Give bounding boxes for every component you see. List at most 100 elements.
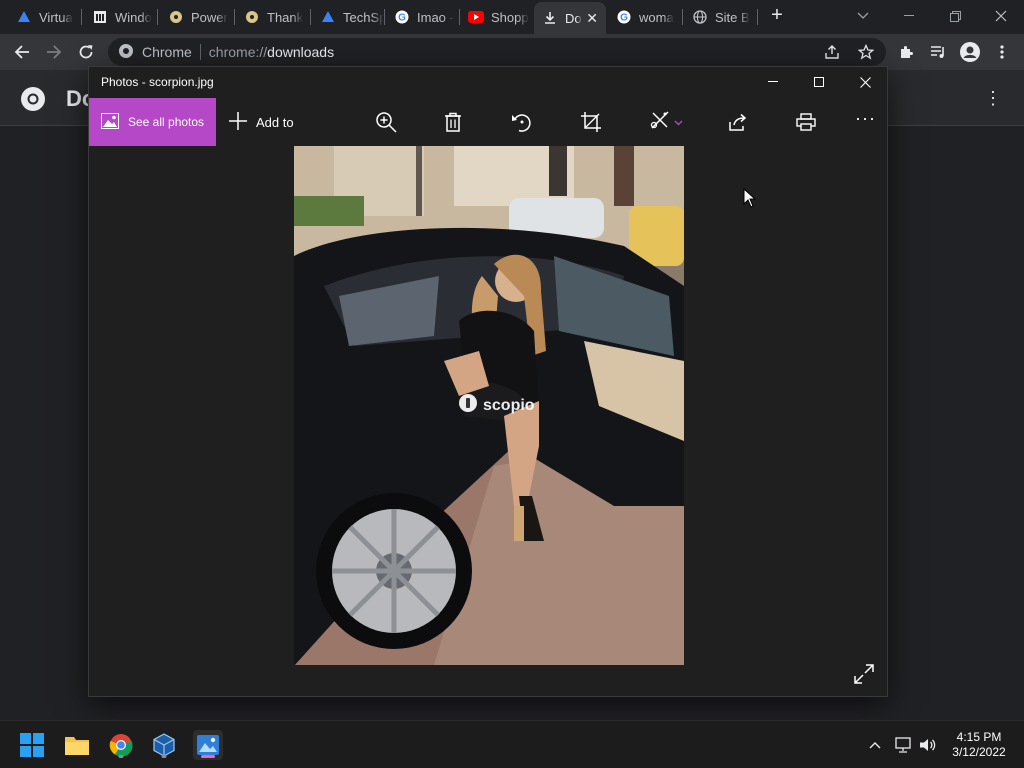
tab-label: TechSp	[343, 9, 384, 25]
share-icon[interactable]	[726, 110, 750, 134]
file-explorer-icon[interactable]	[62, 730, 92, 760]
tab-6[interactable]: G Imao -	[386, 4, 458, 30]
photos-toolbar: See all photos Add to ···	[89, 98, 887, 146]
mouse-cursor-icon	[743, 187, 757, 208]
bookmark-star-icon[interactable]	[857, 43, 875, 63]
crop-icon[interactable]	[579, 110, 603, 134]
restore-icon[interactable]	[932, 4, 978, 28]
tab-downloads-active[interactable]: Do ✕	[534, 2, 606, 34]
new-tab-button[interactable]: +	[766, 5, 788, 27]
tab-separator	[757, 9, 758, 25]
more-options-icon[interactable]: ···	[855, 108, 876, 129]
tab-10[interactable]: Site B	[684, 4, 756, 30]
tab-separator	[310, 9, 311, 25]
clock-time: 4:15 PM	[956, 730, 1002, 744]
tab-separator	[157, 9, 158, 25]
cd-icon	[168, 9, 184, 25]
volume-icon[interactable]	[919, 737, 937, 753]
see-all-photos-label: See all photos	[128, 115, 205, 129]
fullscreen-expand-icon[interactable]	[853, 663, 877, 687]
tab-label: woma	[639, 9, 674, 25]
rotate-icon[interactable]	[510, 110, 534, 134]
photo-watermark: scopio	[459, 394, 535, 417]
address-bar[interactable]: Chrome chrome://downloads	[108, 38, 886, 66]
share-icon[interactable]	[824, 44, 840, 63]
tab-3[interactable]: Power	[160, 4, 230, 30]
photos-window-title: Photos - scorpion.jpg	[101, 75, 214, 89]
forward-arrow-icon[interactable]	[42, 40, 66, 64]
tab-separator	[81, 9, 82, 25]
tab-7[interactable]: Shopp	[460, 4, 532, 30]
tab-2[interactable]: Windo	[84, 4, 152, 30]
chrome-taskbar-icon[interactable]	[106, 730, 136, 760]
edit-tools-icon	[650, 110, 670, 135]
tab-label: Windo	[115, 9, 152, 25]
chrome-logo-icon	[20, 86, 46, 112]
running-indicator	[118, 755, 124, 758]
gallery-icon	[101, 112, 119, 132]
extensions-puzzle-icon[interactable]	[894, 40, 918, 64]
tab-9[interactable]: G woma	[608, 4, 680, 30]
see-all-photos-button[interactable]: See all photos	[89, 98, 216, 146]
photo-viewer-image: scopio	[294, 146, 684, 665]
photos-minimize-icon[interactable]	[750, 69, 796, 95]
reload-icon[interactable]	[74, 40, 98, 64]
running-indicator	[161, 755, 167, 758]
photos-taskbar-icon[interactable]	[193, 730, 223, 760]
museum-icon	[92, 9, 108, 25]
tab-strip: Virtua Windo Power Thank TechSp G Imao -…	[0, 0, 1024, 34]
close-tab-icon[interactable]: ✕	[586, 10, 598, 27]
tab-separator	[234, 9, 235, 25]
photos-maximize-icon[interactable]	[796, 69, 842, 95]
close-window-icon[interactable]	[978, 4, 1024, 28]
tab-separator	[384, 9, 385, 25]
tab-label: Shopp	[491, 9, 529, 25]
chrome-menu-icon[interactable]	[990, 40, 1014, 64]
svg-text:G: G	[398, 13, 406, 24]
browser-toolbar: Chrome chrome://downloads	[0, 34, 1024, 70]
download-icon	[542, 10, 558, 26]
url-scheme: chrome://	[208, 44, 268, 60]
plus-icon	[228, 111, 248, 134]
tab-label: Virtua	[39, 9, 73, 25]
media-queue-icon[interactable]	[926, 40, 950, 64]
youtube-icon	[468, 9, 484, 25]
clock-date: 3/12/2022	[952, 745, 1006, 759]
network-icon[interactable]	[894, 737, 912, 753]
tab-separator	[682, 9, 683, 25]
google-icon: G	[394, 9, 410, 25]
back-arrow-icon[interactable]	[10, 40, 34, 64]
chevron-down-icon	[674, 113, 683, 131]
start-button[interactable]	[17, 730, 47, 760]
windows-taskbar: 4:15 PM 3/12/2022	[0, 720, 1024, 768]
page-menu-icon[interactable]: ⋮	[984, 88, 1002, 109]
tab-label: Imao -	[417, 9, 454, 25]
photos-window: Photos - scorpion.jpg See all photos Add…	[88, 66, 888, 697]
edit-create-dropdown[interactable]	[650, 110, 690, 134]
zoom-in-icon[interactable]	[374, 110, 398, 134]
svg-text:G: G	[620, 13, 628, 24]
tab-label: Power	[191, 9, 228, 25]
photos-close-icon[interactable]	[842, 69, 888, 95]
chrome-logo-icon	[118, 43, 134, 62]
tab-label: Thank	[267, 9, 304, 25]
tab-search-icon[interactable]	[840, 4, 886, 28]
virtualbox-icon	[320, 9, 336, 25]
site-label: Chrome	[142, 44, 192, 60]
tab-label: Do	[565, 10, 582, 26]
add-to-button[interactable]: Add to	[228, 98, 294, 146]
taskbar-clock[interactable]: 4:15 PM 3/12/2022	[944, 730, 1014, 760]
google-icon: G	[616, 9, 632, 25]
show-hidden-icons-chevron-icon[interactable]	[866, 737, 884, 753]
tab-label: Site B	[715, 9, 750, 25]
tab-5[interactable]: TechSp	[312, 4, 384, 30]
virtualbox-taskbar-icon[interactable]	[149, 730, 179, 760]
minimize-icon[interactable]	[886, 4, 932, 28]
tab-1[interactable]: Virtua	[8, 4, 76, 30]
address-divider	[199, 44, 201, 60]
print-icon[interactable]	[794, 110, 818, 134]
url-host: downloads	[267, 44, 335, 60]
delete-trash-icon[interactable]	[441, 110, 465, 134]
tab-4[interactable]: Thank	[236, 4, 306, 30]
profile-avatar-icon[interactable]	[958, 40, 982, 64]
